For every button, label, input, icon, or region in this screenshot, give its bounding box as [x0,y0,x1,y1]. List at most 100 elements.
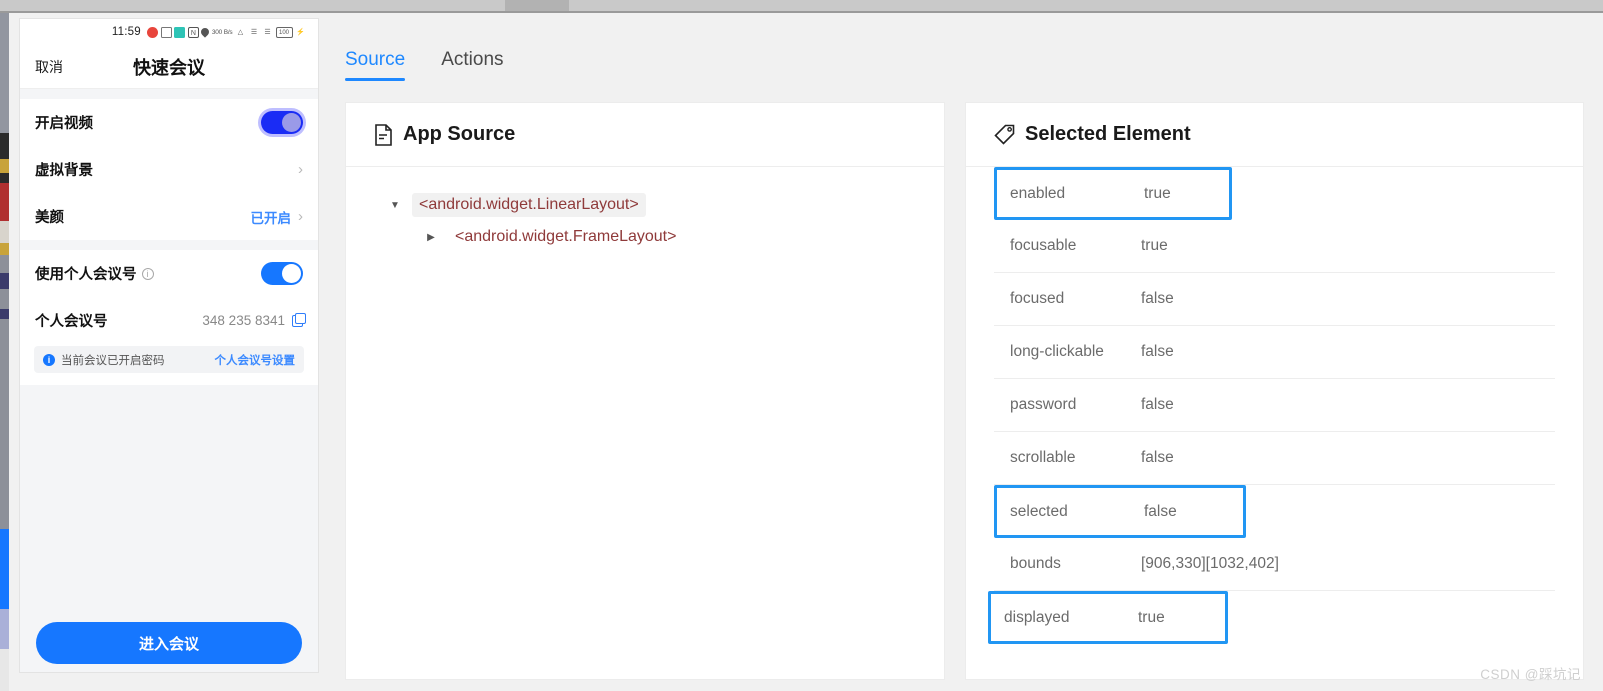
property-value: false [1141,449,1174,466]
row-use-personal-meeting-id[interactable]: 使用个人会议号 i [20,250,318,297]
app-source-header: App Source [346,103,944,167]
signal-2-icon: ☰ [264,28,271,36]
table-row[interactable]: selected false [994,485,1246,538]
property-value: [906,330][1032,402] [1141,555,1279,572]
table-row[interactable]: scrollable false [994,432,1555,485]
sliver-segment [0,13,9,133]
chevron-right-icon: › [298,208,303,225]
selected-element-title: Selected Element [1025,123,1191,145]
property-key: focusable [1010,237,1077,254]
phone-footer: 进入会议 [20,601,318,672]
row-control[interactable] [261,111,303,134]
sliver-segment [0,289,9,309]
row-virtual-background[interactable]: 虚拟背景 › [20,146,318,193]
row-personal-meeting-id[interactable]: 个人会议号 348 235 8341 [20,297,318,344]
tree-node-label: <android.widget.LinearLayout> [412,193,646,217]
property-value: false [1141,290,1174,307]
sliver-segment [0,273,9,289]
row-control[interactable] [261,262,303,285]
meeting-password-notice: i 当前会议已开启密码 个人会议号设置 [34,346,304,373]
phone-empty-area [20,385,318,601]
sliver-segment [0,609,9,649]
table-row[interactable]: long-clickable false [994,326,1555,379]
sliver-segment [0,529,9,609]
sliver-segment [0,309,9,319]
element-property-table: enabled true focusable true focused fals… [966,167,1583,644]
app-source-title: App Source [403,123,516,145]
row-control[interactable]: 348 235 8341 [202,312,306,328]
sliver-segment [0,173,9,183]
sliver-segment [0,159,9,173]
row-control[interactable]: 已开启 › [251,207,304,227]
property-value: false [1141,396,1174,413]
sliver-segment [0,255,9,273]
nfc-icon: N [187,26,199,38]
sliver-segment [0,183,9,221]
row-value: 已开启 [250,210,292,226]
table-row[interactable]: focused false [994,273,1555,326]
row-beauty[interactable]: 美颜 已开启 › [20,193,318,240]
selected-element-panel: Selected Element enabled true focusable … [965,102,1584,680]
row-label: 虚拟背景 [35,163,93,179]
wifi-icon: △ [237,28,244,36]
device-screenshot-panel[interactable]: 11:59 N 300 B/s △ ☰ ☰ 100 ⚡ 取消 快速会议 开启视频 [19,18,319,673]
watermark: CSDN @踩坑记 [1480,667,1581,682]
signal-1-icon: ☰ [250,28,258,36]
tree-node-linearlayout[interactable]: ▼ <android.widget.LinearLayout> [346,189,944,221]
section-divider [20,89,318,99]
calendar-icon [174,26,186,38]
source-tree: ▼ <android.widget.LinearLayout> ▶ <andro… [346,167,944,253]
status-clock: 11:59 [111,26,141,38]
scrollbar-thumb[interactable] [505,0,569,11]
sliver-segment [0,221,9,243]
copy-icon[interactable] [292,312,306,327]
phone-status-bar: 11:59 N 300 B/s △ ☰ ☰ 100 ⚡ [20,19,318,45]
cancel-button[interactable]: 取消 [35,57,63,77]
property-key: bounds [1010,555,1061,572]
property-key: password [1010,396,1077,413]
tab-actions[interactable]: Actions [441,49,503,81]
row-label: 开启视频 [35,116,93,132]
property-value: true [1144,184,1171,202]
use-personal-meeting-id-toggle[interactable] [261,262,303,285]
tab-bar: Source Actions [345,31,504,81]
info-icon: i [43,353,55,366]
toggle-knob [282,264,301,283]
battery-icon: 100 [275,26,293,38]
property-key: focused [1010,290,1065,307]
table-row[interactable]: bounds [906,330][1032,402] [994,538,1555,591]
tab-source[interactable]: Source [345,49,406,81]
property-value: false [1141,343,1174,360]
row-control[interactable]: › [298,161,303,178]
table-row[interactable]: password false [994,379,1555,432]
app-source-panel: App Source ▼ <android.widget.LinearLayou… [345,102,945,680]
sliver-segment [0,243,9,255]
toggle-knob [282,113,301,132]
enter-meeting-button[interactable]: 进入会议 [36,622,302,664]
table-row[interactable]: focusable true [994,220,1555,273]
chevron-down-icon[interactable]: ▼ [388,198,402,212]
row-enable-video[interactable]: 开启视频 [20,99,318,146]
section-divider [20,240,318,250]
tree-node-label: <android.widget.FrameLayout> [455,228,677,245]
table-row[interactable]: enabled true [994,167,1232,220]
property-value: true [1141,237,1168,254]
info-icon[interactable]: i [141,267,154,280]
data-rate-icon: 300 B/s [211,28,233,36]
personal-meeting-settings-link[interactable]: 个人会议号设置 [215,352,296,368]
row-label: 使用个人会议号 [35,267,137,283]
window-horizontal-scrollbar[interactable] [0,0,1603,13]
row-label: 个人会议号 [35,314,108,330]
phone-nav-bar: 取消 快速会议 [20,45,318,89]
tree-node-framelayout[interactable]: ▶ <android.widget.FrameLayout> [346,221,944,253]
chevron-right-icon: › [298,161,303,178]
notice-text: 当前会议已开启密码 [61,354,165,367]
property-key: long-clickable [1010,343,1104,360]
sliver-segment [0,649,9,691]
meeting-id-group: 使用个人会议号 i 个人会议号 348 235 8341 i 当前会议已开启密码 [20,250,318,373]
property-key: scrollable [1010,449,1076,466]
chevron-right-icon[interactable]: ▶ [424,230,438,244]
table-row[interactable]: displayed true [988,591,1228,644]
enable-video-toggle[interactable] [261,111,303,134]
location-pin-icon [199,26,212,38]
